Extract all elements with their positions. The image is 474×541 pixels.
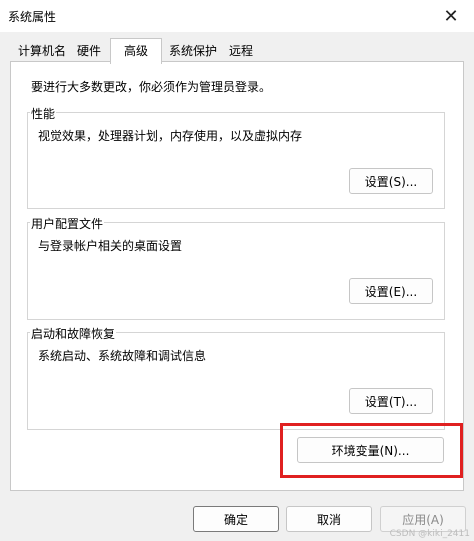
window-title: 系统属性 [8,10,57,24]
startup-recovery-group: 启动和故障恢复 系统启动、系统故障和调试信息 设置(T)... [27,325,445,430]
startup-recovery-desc: 系统启动、系统故障和调试信息 [38,349,207,363]
cancel-button[interactable]: 取消 [286,506,372,532]
tab-advanced[interactable]: 高级 [110,38,162,64]
highlight-box [280,423,463,478]
performance-settings-button[interactable]: 设置(S)... [349,168,433,194]
startup-recovery-settings-button[interactable]: 设置(T)... [349,388,433,414]
performance-group: 性能 视觉效果，处理器计划，内存使用，以及虚拟内存 设置(S)... [27,105,445,209]
tab-system-protection[interactable]: 系统保护 [164,41,222,62]
startup-recovery-title: 启动和故障恢复 [30,325,117,342]
performance-title: 性能 [30,105,57,122]
user-profiles-group: 用户配置文件 与登录帐户相关的桌面设置 设置(E)... [27,215,445,320]
tab-computer-name[interactable]: 计算机名 [13,41,71,62]
close-icon[interactable]: ✕ [428,0,474,32]
watermark: CSDN @kiki_2411 [389,529,470,539]
admin-warning: 要进行大多数更改，你必须作为管理员登录。 [31,80,272,94]
performance-desc: 视觉效果，处理器计划，内存使用，以及虚拟内存 [38,129,303,143]
title-bar: 系统属性 ✕ [0,0,474,32]
user-profiles-settings-button[interactable]: 设置(E)... [349,278,433,304]
tab-hardware[interactable]: 硬件 [71,41,107,62]
ok-button[interactable]: 确定 [193,506,279,532]
user-profiles-title: 用户配置文件 [30,215,105,232]
tab-remote[interactable]: 远程 [224,41,258,62]
user-profiles-desc: 与登录帐户相关的桌面设置 [38,239,183,253]
